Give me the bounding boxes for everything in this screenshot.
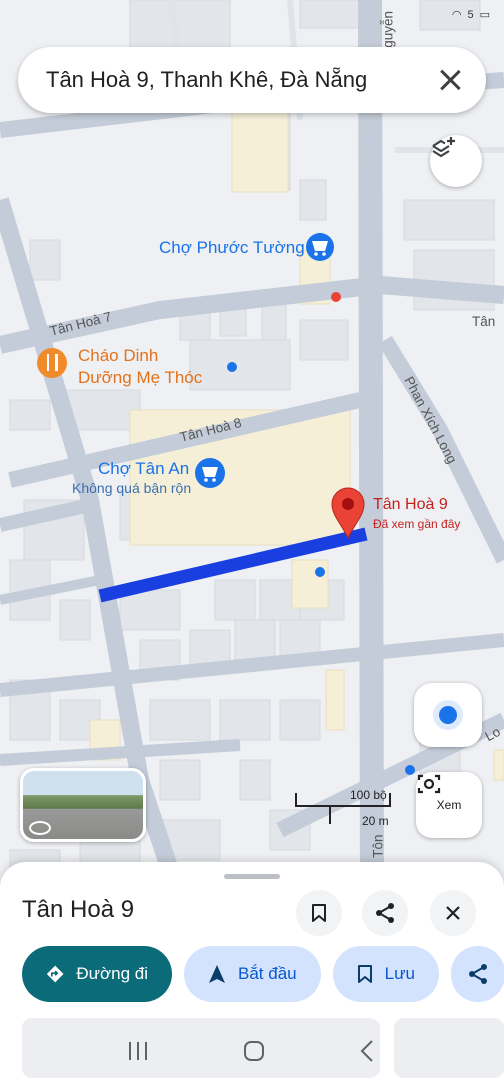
- share-button[interactable]: [362, 890, 408, 936]
- bookmark-button[interactable]: [296, 890, 342, 936]
- signal-strength: 5: [467, 8, 474, 21]
- search-bar[interactable]: Tân Hoà 9, Thanh Khê, Đà Nẵng: [18, 47, 486, 113]
- poi-cho-phuoc-tuong[interactable]: Chợ Phước Tường: [159, 238, 305, 258]
- scale-bar: 100 bộ 20 m: [294, 788, 394, 828]
- close-icon: [446, 906, 460, 920]
- close-sheet-button[interactable]: [430, 890, 476, 936]
- street-view-thumbnail[interactable]: [20, 768, 146, 842]
- market-marker-phuoc-tuong: [306, 233, 334, 261]
- poi-chao-dinh-line1[interactable]: Cháo Dinh: [78, 346, 158, 366]
- layers-icon: [432, 137, 455, 158]
- bookmark-icon: [312, 904, 326, 922]
- lens-label: Xem: [436, 798, 462, 812]
- start-label: Bắt đầu: [238, 964, 297, 983]
- poi-chao-dinh-line2[interactable]: Dưỡng Mẹ Thóc: [78, 368, 202, 388]
- home-icon[interactable]: [242, 1039, 266, 1063]
- back-icon[interactable]: [358, 1039, 378, 1063]
- scale-imperial: 100 bộ: [350, 788, 387, 802]
- street-tan-right: Tân: [472, 314, 496, 329]
- recents-icon[interactable]: [126, 1040, 150, 1062]
- camera-lens-icon: [417, 774, 441, 794]
- bookmark-icon: [357, 965, 372, 983]
- location-dot-icon: [439, 706, 457, 724]
- recent-card-preview: [394, 1018, 504, 1078]
- market-marker-tan-an: [195, 458, 225, 488]
- map-view[interactable]: ◠ 5 ▭ Chợ Phước Tường Cháo Dinh Dưỡng Mẹ…: [0, 0, 504, 900]
- save-button[interactable]: Lưu: [332, 946, 439, 1002]
- share-icon: [468, 964, 487, 984]
- pin-sublabel: Đã xem gần đây: [373, 517, 461, 531]
- status-bar: ◠ 5 ▭: [451, 8, 490, 22]
- close-icon[interactable]: [436, 66, 464, 94]
- wifi-icon: ◠: [451, 9, 462, 21]
- poi-cho-tan-an-status: Không quá bận rộn: [72, 480, 192, 496]
- place-title: Tân Hoà 9: [22, 896, 135, 923]
- search-query[interactable]: Tân Hoà 9, Thanh Khê, Đà Nẵng: [46, 67, 436, 93]
- recent-card-preview: [22, 1018, 380, 1078]
- directions-icon: [46, 965, 64, 983]
- directions-label: Đường đi: [76, 964, 148, 983]
- save-label: Lưu: [384, 964, 415, 983]
- share-icon: [376, 903, 394, 923]
- restaurant-marker: [37, 348, 67, 378]
- drag-handle[interactable]: [224, 874, 280, 879]
- rotate-360-icon: [29, 821, 51, 835]
- layers-button[interactable]: [430, 135, 482, 187]
- share-chip[interactable]: [450, 946, 504, 1002]
- poi-cho-tan-an[interactable]: Chợ Tân An: [98, 459, 189, 479]
- battery-icon: ▭: [479, 9, 490, 21]
- place-bottom-sheet[interactable]: Tân Hoà 9 Đường đi Bắt đầu Lưu: [0, 862, 504, 1080]
- lens-button[interactable]: Xem: [416, 772, 482, 838]
- scale-metric: 20 m: [362, 814, 389, 828]
- pin-label[interactable]: Tân Hoà 9: [373, 496, 448, 514]
- map-canvas: [0, 0, 504, 900]
- directions-button[interactable]: Đường đi: [22, 946, 172, 1002]
- start-button[interactable]: Bắt đầu: [184, 946, 321, 1002]
- my-location-button[interactable]: [414, 683, 482, 747]
- system-nav-bar: [0, 1018, 504, 1080]
- navigation-arrow-icon: [209, 965, 225, 983]
